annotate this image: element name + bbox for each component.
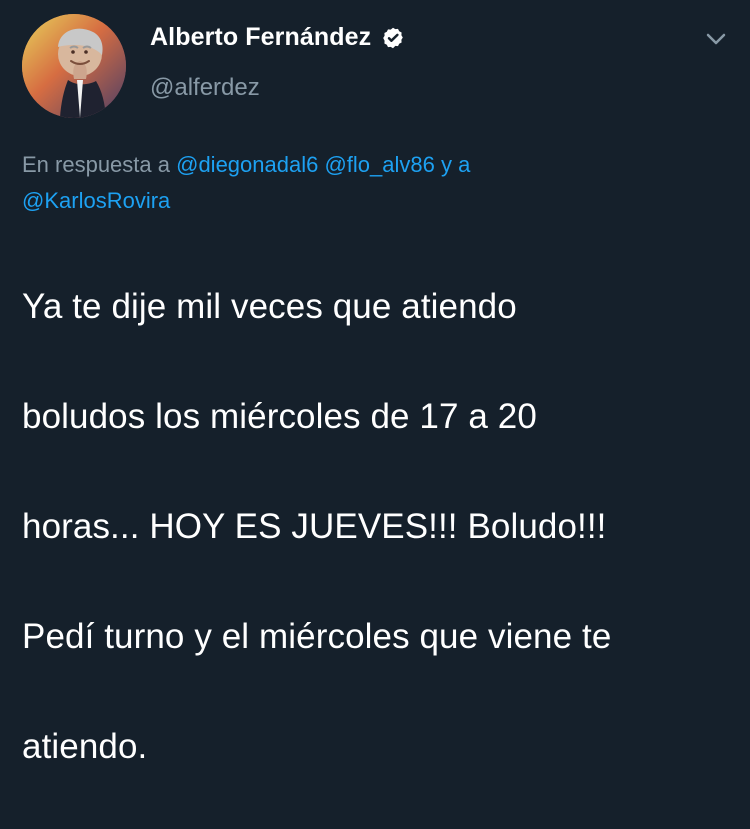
avatar[interactable]	[22, 14, 126, 118]
tweet-text-line: atiendo.	[22, 727, 148, 766]
author-row: Alberto Fernández	[150, 25, 405, 50]
mention-link-2[interactable]: @flo_alv86	[324, 152, 434, 177]
mention-link-3[interactable]: @KarlosRovira	[22, 188, 170, 213]
reply-connector: y a	[441, 152, 471, 177]
verified-badge-icon	[381, 26, 405, 50]
mention-link-1[interactable]: @diegonadal6	[176, 152, 318, 177]
user-handle[interactable]: @alferdez	[150, 76, 260, 100]
tweet-text-line: horas... HOY ES JUEVES!!! Boludo!!!	[22, 507, 607, 546]
tweet-text-line: Ya te dije mil veces que atiendo	[22, 287, 517, 326]
tweet-text-line: boludos los miércoles de 17 a 20	[22, 397, 537, 436]
display-name[interactable]: Alberto Fernández	[150, 25, 371, 50]
reply-prefix: En respuesta a	[22, 152, 170, 177]
chevron-down-icon[interactable]	[706, 32, 726, 46]
tweet-card: Alberto Fernández @alferdez En respuesta…	[0, 0, 750, 766]
tweet-text: Ya te dije mil veces que atiendo boludos…	[22, 224, 730, 829]
tweet-text-line: Pedí turno y el miércoles que viene te	[22, 617, 612, 656]
reply-context: En respuesta a @diegonadal6 @flo_alv86 y…	[22, 147, 722, 219]
